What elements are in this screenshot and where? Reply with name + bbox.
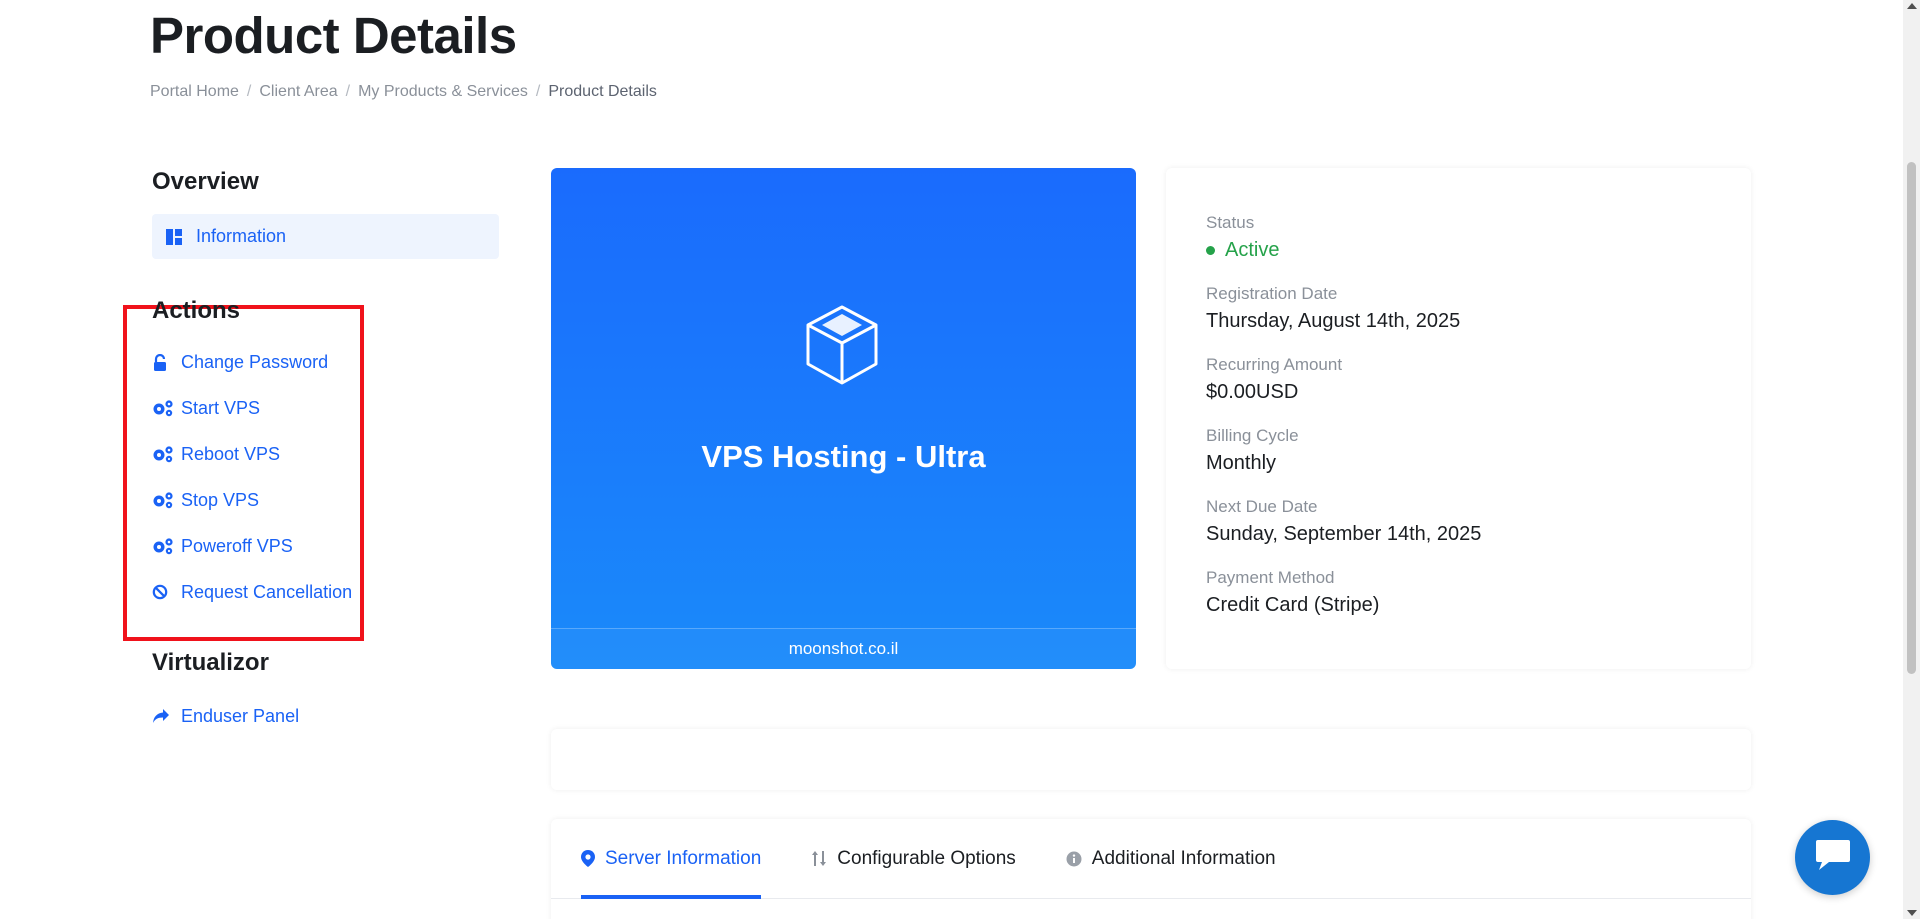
sidebar-item-information[interactable]: Information <box>152 214 499 259</box>
poweroff-vps-link[interactable]: Poweroff VPS <box>152 523 500 569</box>
actions-section: Actions Change Password Start VPS Reboot… <box>152 297 500 615</box>
overview-section: Overview Information <box>152 168 500 259</box>
request-cancellation-label: Request Cancellation <box>181 581 353 602</box>
status-badge: Active <box>1206 239 1751 262</box>
breadcrumb-client-area[interactable]: Client Area <box>259 83 337 101</box>
enduser-panel-label: Enduser Panel <box>181 705 300 726</box>
breadcrumb-separator: / <box>345 83 351 100</box>
breadcrumb-my-products[interactable]: My Products & Services <box>358 83 528 101</box>
product-domain-text: moonshot.co.il <box>788 639 899 658</box>
tab-label: Server Information <box>605 847 762 869</box>
virtualizor-heading: Virtualizor <box>152 649 269 676</box>
status-label: Status <box>1206 213 1255 232</box>
next-due-date-value: Sunday, September 14th, 2025 <box>1206 523 1482 545</box>
registration-date-value: Thursday, August 14th, 2025 <box>1206 310 1461 332</box>
info-circle-icon <box>1066 851 1082 867</box>
tabs-panel: Server Information Configurable Options … <box>551 819 1751 919</box>
payment-method-label: Payment Method <box>1206 568 1335 587</box>
share-icon <box>152 708 181 724</box>
details-card: Status Active Registration Date Thursday… <box>1166 168 1751 669</box>
cogs-icon <box>152 445 181 463</box>
overview-heading: Overview <box>152 168 259 195</box>
stop-vps-link[interactable]: Stop VPS <box>152 477 500 523</box>
product-domain: moonshot.co.il <box>551 628 1136 669</box>
sort-arrows-icon <box>811 850 827 867</box>
breadcrumb-current: Product Details <box>548 83 657 100</box>
billing-cycle-label: Billing Cycle <box>1206 426 1299 445</box>
dashboard-icon <box>166 228 182 245</box>
tab-label: Additional Information <box>1091 847 1276 869</box>
sidebar-item-label: Information <box>196 226 287 246</box>
registration-date-label: Registration Date <box>1206 284 1338 303</box>
cube-icon <box>804 304 880 391</box>
start-vps-link[interactable]: Start VPS <box>152 385 500 431</box>
next-due-date-label: Next Due Date <box>1206 497 1318 516</box>
virtualizor-section: Virtualizor Enduser Panel <box>152 649 500 739</box>
enduser-panel-link[interactable]: Enduser Panel <box>152 693 500 739</box>
unlock-icon <box>152 353 181 371</box>
tab-label: Configurable Options <box>837 847 1016 869</box>
tab-server-information[interactable]: Server Information <box>581 819 762 899</box>
status-dot-icon <box>1206 246 1215 255</box>
breadcrumb-separator: / <box>535 83 541 100</box>
change-password-label: Change Password <box>181 351 329 372</box>
tab-bar: Server Information Configurable Options … <box>551 819 1751 899</box>
stop-vps-label: Stop VPS <box>181 489 260 510</box>
empty-panel <box>551 729 1751 790</box>
poweroff-vps-label: Poweroff VPS <box>181 535 293 556</box>
breadcrumb: Portal Home / Client Area / My Products … <box>150 83 657 101</box>
change-password-link[interactable]: Change Password <box>152 339 500 385</box>
cogs-icon <box>152 537 181 555</box>
cogs-icon <box>152 399 181 417</box>
product-name: VPS Hosting - Ultra <box>701 439 986 474</box>
sidebar: Overview Information Actions Change Pass… <box>152 168 500 739</box>
scroll-down-arrow-icon[interactable] <box>1907 910 1917 916</box>
reboot-vps-link[interactable]: Reboot VPS <box>152 431 500 477</box>
chat-bubble-icon <box>1813 838 1853 877</box>
scroll-up-arrow-icon[interactable] <box>1907 3 1917 9</box>
recurring-amount-label: Recurring Amount <box>1206 355 1343 374</box>
breadcrumb-portal-home[interactable]: Portal Home <box>150 83 239 101</box>
breadcrumb-separator: / <box>246 83 252 100</box>
tab-configurable-options[interactable]: Configurable Options <box>811 819 1016 898</box>
status-value: Active <box>1225 239 1280 261</box>
request-cancellation-link[interactable]: Request Cancellation <box>152 569 500 615</box>
start-vps-label: Start VPS <box>181 397 261 418</box>
tab-additional-information[interactable]: Additional Information <box>1066 819 1276 898</box>
chat-button[interactable] <box>1795 820 1870 895</box>
actions-heading: Actions <box>152 297 241 324</box>
cogs-icon <box>152 491 181 509</box>
scrollbar-thumb[interactable] <box>1907 162 1916 674</box>
payment-method-value: Credit Card (Stripe) <box>1206 594 1380 616</box>
map-marker-icon <box>581 850 595 867</box>
reboot-vps-label: Reboot VPS <box>181 443 281 464</box>
vertical-scrollbar[interactable] <box>1903 0 1920 919</box>
product-card: VPS Hosting - Ultra moonshot.co.il <box>551 168 1136 669</box>
page-title: Product Details <box>150 7 517 64</box>
recurring-amount-value: $0.00USD <box>1206 381 1299 403</box>
billing-cycle-value: Monthly <box>1206 452 1277 474</box>
ban-icon <box>152 584 181 600</box>
